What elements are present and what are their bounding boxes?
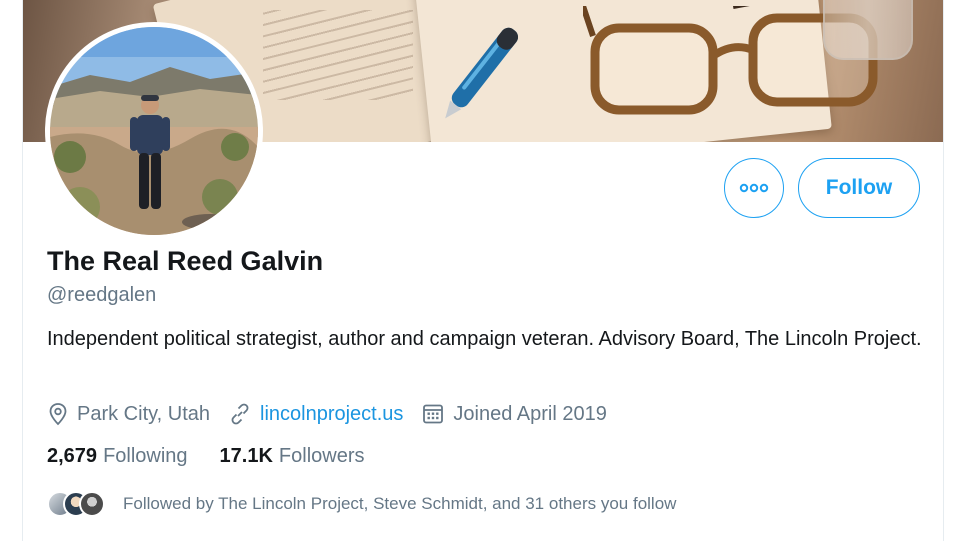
followers-label: Followers <box>278 445 365 467</box>
banner-handwriting <box>263 10 413 100</box>
banner-pen <box>445 27 519 119</box>
follow-button[interactable]: Follow <box>798 158 920 218</box>
avatar-photo <box>50 27 258 235</box>
following-stat[interactable]: 2,679 Following <box>47 445 188 468</box>
website-link[interactable]: lincolnproject.us <box>260 403 403 426</box>
profile-meta: Park City, Utah lincolnproject.us Joined <box>47 400 625 428</box>
joined-item: Joined April 2019 <box>421 402 607 426</box>
location-pin-icon <box>49 403 67 426</box>
more-options-icon <box>739 183 769 193</box>
followed-by-row[interactable]: Followed by The Lincoln Project, Steve S… <box>47 491 676 517</box>
location-text: Park City, Utah <box>77 402 210 425</box>
profile-card: Follow The Real Reed Galvin @reedgalen I… <box>22 0 944 541</box>
following-label: Following <box>103 445 188 467</box>
banner-glass <box>823 0 913 60</box>
followed-by-avatars <box>47 491 109 517</box>
more-options-button[interactable] <box>724 158 784 218</box>
follower-avatar <box>79 491 105 517</box>
calendar-icon <box>423 404 444 424</box>
location-item: Park City, Utah <box>47 402 210 426</box>
followed-by-text: Followed by The Lincoln Project, Steve S… <box>123 494 677 513</box>
followers-count: 17.1K <box>219 445 273 467</box>
profile-stats: 2,679 Following 17.1K Followers <box>47 445 397 468</box>
display-name: The Real Reed Galvin <box>47 246 324 276</box>
followers-stat[interactable]: 17.1K Followers <box>220 445 365 468</box>
website-item: lincolnproject.us <box>228 402 403 426</box>
link-icon <box>231 403 249 425</box>
profile-avatar[interactable] <box>45 22 263 240</box>
joined-text: Joined April 2019 <box>453 402 607 425</box>
user-handle: @reedgalen <box>47 284 157 306</box>
profile-bio: Independent political strategist, author… <box>47 328 922 350</box>
following-count: 2,679 <box>47 445 98 467</box>
